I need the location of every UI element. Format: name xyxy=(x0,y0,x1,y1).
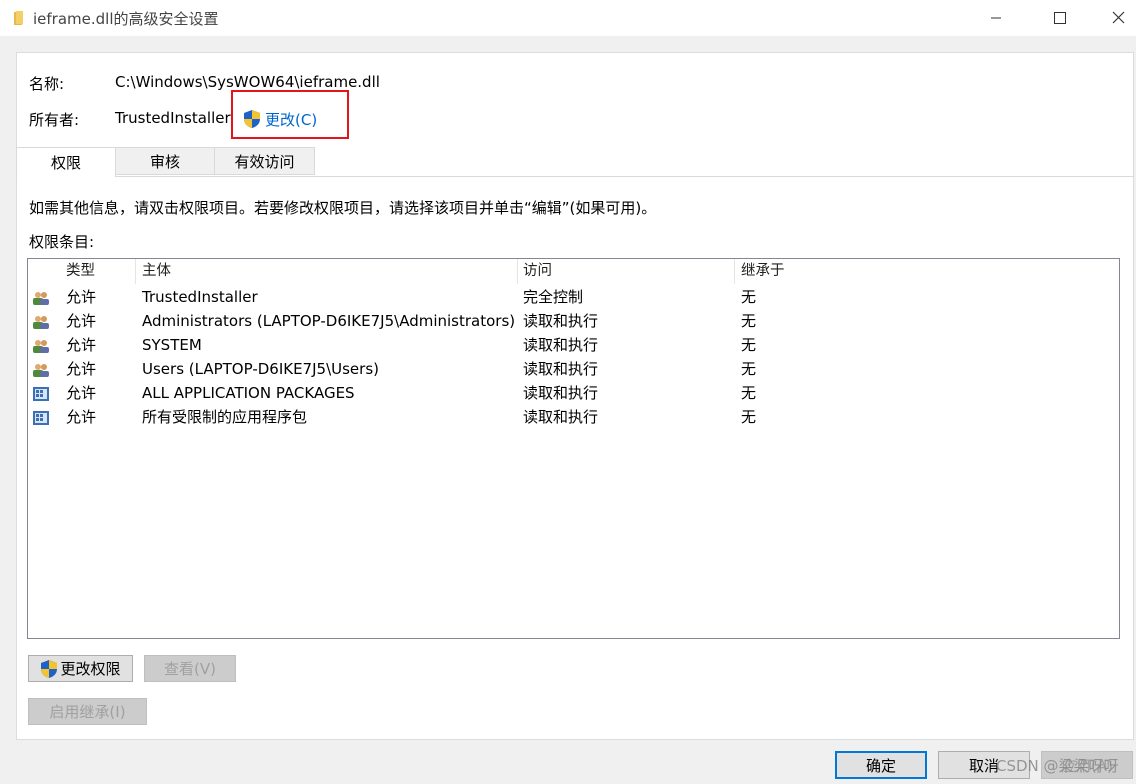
user-group-icon xyxy=(32,289,50,305)
change-permissions-button[interactable]: 更改权限 xyxy=(28,655,133,682)
cell-type: 允许 xyxy=(66,384,97,402)
column-separator[interactable] xyxy=(135,259,136,284)
cell-access: 读取和执行 xyxy=(523,336,599,354)
view-button[interactable]: 查看(V) xyxy=(144,655,236,682)
user-group-icon xyxy=(32,313,50,329)
cell-type: 允许 xyxy=(66,336,97,354)
title-bar: ieframe.dll的高级安全设置 xyxy=(0,0,1136,36)
name-label: 名称: xyxy=(29,75,65,93)
cell-type: 允许 xyxy=(66,360,97,378)
column-separator[interactable] xyxy=(517,259,518,284)
cell-principal: SYSTEM xyxy=(142,336,202,354)
table-row[interactable]: 允许 Users (LAPTOP-D6IKE7J5\Users) 读取和执行 无 xyxy=(28,357,1119,381)
name-value: C:\Windows\SysWOW64\ieframe.dll xyxy=(115,73,380,91)
close-icon xyxy=(1112,11,1125,24)
cell-principal: Administrators (LAPTOP-D6IKE7J5\Administ… xyxy=(142,312,516,330)
cell-type: 允许 xyxy=(66,408,97,426)
table-row[interactable]: 允许 所有受限制的应用程序包 读取和执行 无 xyxy=(28,405,1119,429)
minimize-button[interactable] xyxy=(968,0,1024,36)
owner-value: TrustedInstaller xyxy=(115,109,231,127)
cell-access: 读取和执行 xyxy=(523,360,599,378)
maximize-button[interactable] xyxy=(1030,0,1086,36)
minimize-icon xyxy=(991,17,1001,19)
cell-inherited-from: 无 xyxy=(741,288,757,306)
user-group-icon xyxy=(32,361,50,377)
table-row[interactable]: 允许 ALL APPLICATION PACKAGES 读取和执行 无 xyxy=(28,381,1119,405)
table-row[interactable]: 允许 TrustedInstaller 完全控制 无 xyxy=(28,285,1119,309)
cell-inherited-from: 无 xyxy=(741,408,757,426)
permission-entries-label: 权限条目: xyxy=(29,233,95,251)
cell-principal: 所有受限制的应用程序包 xyxy=(142,408,308,426)
cell-principal: ALL APPLICATION PACKAGES xyxy=(142,384,355,402)
cell-inherited-from: 无 xyxy=(741,312,757,330)
tab-audit[interactable]: 审核 xyxy=(115,147,215,175)
enable-inheritance-button[interactable]: 启用继承(I) xyxy=(28,698,147,725)
cell-principal: TrustedInstaller xyxy=(142,288,258,306)
app-package-icon xyxy=(32,409,50,425)
cell-access: 完全控制 xyxy=(523,288,584,306)
column-header-inherited-from[interactable]: 继承于 xyxy=(741,259,785,284)
owner-label: 所有者: xyxy=(29,111,80,129)
watermark-text: CSDN @梁梁呀呀 xyxy=(996,757,1119,775)
ok-button[interactable]: 确定 xyxy=(835,751,927,779)
change-permissions-label: 更改权限 xyxy=(60,660,121,678)
uac-shield-icon xyxy=(41,659,58,678)
cell-access: 读取和执行 xyxy=(523,312,599,330)
column-header-type[interactable]: 类型 xyxy=(66,259,95,284)
highlight-box xyxy=(231,90,349,139)
app-package-icon xyxy=(32,385,50,401)
cell-principal: Users (LAPTOP-D6IKE7J5\Users) xyxy=(142,360,379,378)
cell-access: 读取和执行 xyxy=(523,384,599,402)
list-header: 类型 主体 访问 继承于 xyxy=(28,259,1119,284)
cell-type: 允许 xyxy=(66,288,97,306)
column-separator[interactable] xyxy=(734,259,735,284)
window-title: ieframe.dll的高级安全设置 xyxy=(33,10,219,28)
cell-access: 读取和执行 xyxy=(523,408,599,426)
column-header-principal[interactable]: 主体 xyxy=(142,259,171,284)
maximize-icon xyxy=(1054,12,1066,24)
user-group-icon xyxy=(32,337,50,353)
cell-type: 允许 xyxy=(66,312,97,330)
tab-permissions[interactable]: 权限 xyxy=(16,147,116,177)
table-row[interactable]: 允许 Administrators (LAPTOP-D6IKE7J5\Admini… xyxy=(28,309,1119,333)
description-text: 如需其他信息，请双击权限项目。若要修改权限项目，请选择该项目并单击“编辑”(如果… xyxy=(29,199,657,217)
folder-icon xyxy=(14,11,23,25)
cell-inherited-from: 无 xyxy=(741,336,757,354)
close-button[interactable] xyxy=(1090,0,1136,36)
tab-effective-access[interactable]: 有效访问 xyxy=(214,147,315,175)
permission-entries-list[interactable]: 类型 主体 访问 继承于 允许 TrustedInstaller 完全控制无允许 Ad… xyxy=(27,258,1120,639)
cell-inherited-from: 无 xyxy=(741,360,757,378)
tab-divider xyxy=(16,176,1134,177)
column-header-access[interactable]: 访问 xyxy=(523,259,552,284)
cell-inherited-from: 无 xyxy=(741,384,757,402)
table-row[interactable]: 允许 SYSTEM 读取和执行 无 xyxy=(28,333,1119,357)
